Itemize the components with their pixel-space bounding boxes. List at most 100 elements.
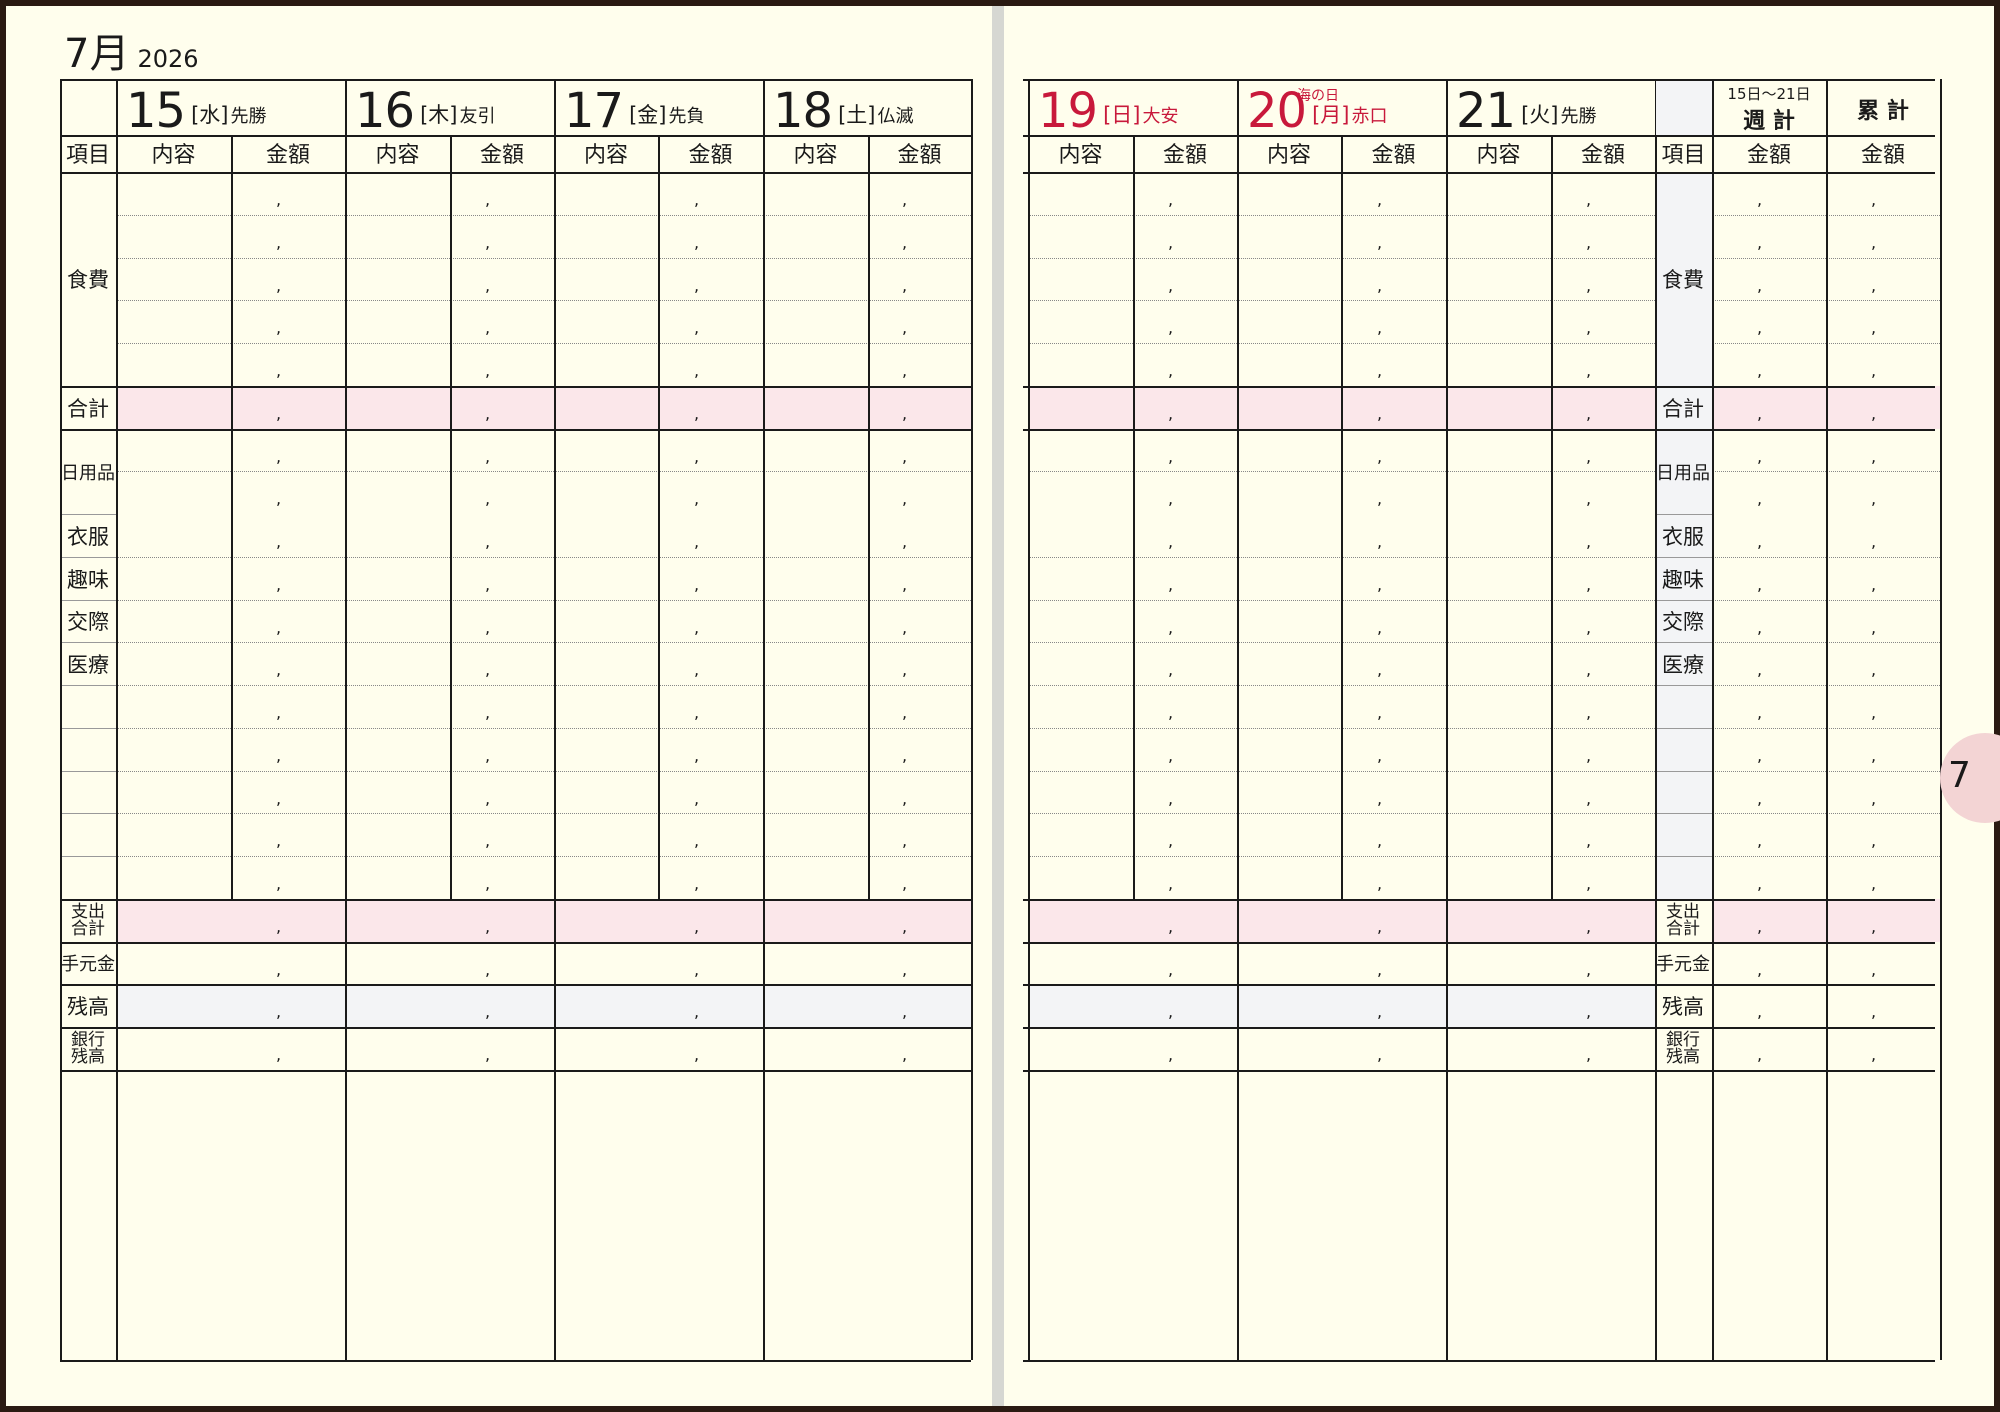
amount-comma: , xyxy=(902,489,908,508)
item-row-line xyxy=(1656,728,1712,729)
amount-comma: , xyxy=(1168,960,1174,979)
amount-comma: , xyxy=(1757,960,1763,979)
amount-comma: , xyxy=(694,703,700,722)
amount-comma: , xyxy=(1757,233,1763,252)
content-column-header: 内容 xyxy=(1058,143,1103,168)
category-label-cash-on-hand: 手元金 xyxy=(61,954,115,975)
dotted-row-line xyxy=(1826,471,1940,472)
category-label-hobby: 趣味 xyxy=(67,567,109,592)
amount-comma: , xyxy=(1757,703,1763,722)
amount-comma: , xyxy=(1168,190,1174,209)
dotted-row-line xyxy=(1712,300,1826,301)
amount-comma: , xyxy=(276,789,282,808)
column-border xyxy=(345,79,347,1360)
amount-comma: , xyxy=(1586,575,1592,594)
amount-comma: , xyxy=(1586,318,1592,337)
amount-comma: , xyxy=(1168,489,1174,508)
dotted-row-line xyxy=(1826,215,1940,216)
amount-comma: , xyxy=(902,1002,908,1021)
column-border xyxy=(554,79,556,1360)
amount-comma: , xyxy=(1586,532,1592,551)
amount-comma: , xyxy=(1377,276,1383,295)
dotted-row-line xyxy=(763,300,971,301)
total-row-fill xyxy=(1237,899,1446,942)
amount-comma: , xyxy=(276,960,282,979)
dotted-row-line xyxy=(1826,600,1940,601)
row-border xyxy=(1023,1027,1935,1029)
category-label-total: 合計 xyxy=(67,396,109,421)
amount-comma: , xyxy=(902,532,908,551)
amount-comma: , xyxy=(276,618,282,637)
item-row-line xyxy=(60,728,116,729)
amount-comma: , xyxy=(1586,789,1592,808)
amount-comma: , xyxy=(902,831,908,850)
amount-comma: , xyxy=(1168,618,1174,637)
day-header: 17 [金] 先負 xyxy=(554,79,763,135)
amount-column-header: 金額 xyxy=(479,143,524,168)
amount-comma: , xyxy=(1168,447,1174,466)
diary-spread: 7月 2026 項目 内容 金額 内容 金額 内容 金額 内容 金額,,,,,,,,,,,,,,… xyxy=(0,0,2000,1412)
amount-comma: , xyxy=(1871,618,1877,637)
dotted-row-line xyxy=(763,258,971,259)
amount-comma: , xyxy=(276,575,282,594)
amount-comma: , xyxy=(1871,447,1877,466)
amount-column-header: 金額 xyxy=(1580,143,1625,168)
amount-comma: , xyxy=(485,361,491,380)
rokuyo-label: 先勝 xyxy=(1560,106,1597,127)
amount-comma: , xyxy=(694,361,700,380)
amount-comma: , xyxy=(1168,917,1174,936)
amount-comma: , xyxy=(1586,489,1592,508)
day-header: 19 [日] 大安 xyxy=(1028,79,1237,135)
amount-comma: , xyxy=(1757,489,1763,508)
category-label-social: 交際 xyxy=(67,610,109,634)
dotted-row-line xyxy=(763,343,971,344)
right-ledger-grid: 項目 内容 金額 内容 金額 内容 金額 金額 金額,,,,,,,,,,,,,,,,,,,,,,… xyxy=(1023,79,1942,1362)
dotted-row-line xyxy=(763,728,971,729)
column-border xyxy=(1028,79,1030,1360)
column-border xyxy=(1940,79,1942,1360)
left-page: 7月 2026 項目 内容 金額 内容 金額 内容 金額 内容 金額,,,,,,,,,,,,,,… xyxy=(6,6,998,1406)
amount-comma: , xyxy=(485,575,491,594)
amount-comma: , xyxy=(902,917,908,936)
row-border xyxy=(1023,899,1935,901)
balance-row-fill xyxy=(1237,984,1446,1027)
amount-comma: , xyxy=(694,618,700,637)
amount-comma: , xyxy=(1586,874,1592,893)
amount-comma: , xyxy=(1377,1045,1383,1064)
amount-comma: , xyxy=(276,233,282,252)
amount-comma: , xyxy=(1757,361,1763,380)
category-label-expense-total: 支出 合計 xyxy=(71,901,105,939)
content-column-header: 内容 xyxy=(793,143,838,168)
amount-comma: , xyxy=(485,746,491,765)
amount-comma: , xyxy=(1871,1002,1877,1021)
total-row-fill xyxy=(1826,899,1940,942)
amount-comma: , xyxy=(485,789,491,808)
content-column-header: 内容 xyxy=(1476,143,1521,168)
day-number: 16 xyxy=(355,83,415,139)
amount-comma: , xyxy=(1586,276,1592,295)
amount-column-header: 金額 xyxy=(1746,143,1791,168)
amount-comma: , xyxy=(1377,917,1383,936)
amount-column-header: 金額 xyxy=(1371,143,1416,168)
amount-comma: , xyxy=(694,532,700,551)
amount-comma: , xyxy=(276,703,282,722)
amount-comma: , xyxy=(276,831,282,850)
amount-comma: , xyxy=(1377,618,1383,637)
total-row-fill xyxy=(1028,899,1237,942)
content-amount-divider xyxy=(1133,135,1135,899)
amount-comma: , xyxy=(1871,190,1877,209)
amount-comma: , xyxy=(485,532,491,551)
amount-comma: , xyxy=(1871,276,1877,295)
amount-comma: , xyxy=(694,404,700,423)
amount-comma: , xyxy=(902,447,908,466)
amount-comma: , xyxy=(1586,361,1592,380)
item-row-line xyxy=(1656,771,1712,772)
day-of-week: [水] xyxy=(191,103,229,127)
amount-comma: , xyxy=(1377,960,1383,979)
amount-comma: , xyxy=(276,746,282,765)
amount-comma: , xyxy=(1377,575,1383,594)
amount-comma: , xyxy=(902,660,908,679)
amount-comma: , xyxy=(1586,190,1592,209)
amount-comma: , xyxy=(694,276,700,295)
item-column-header: 項目 xyxy=(1661,143,1706,168)
